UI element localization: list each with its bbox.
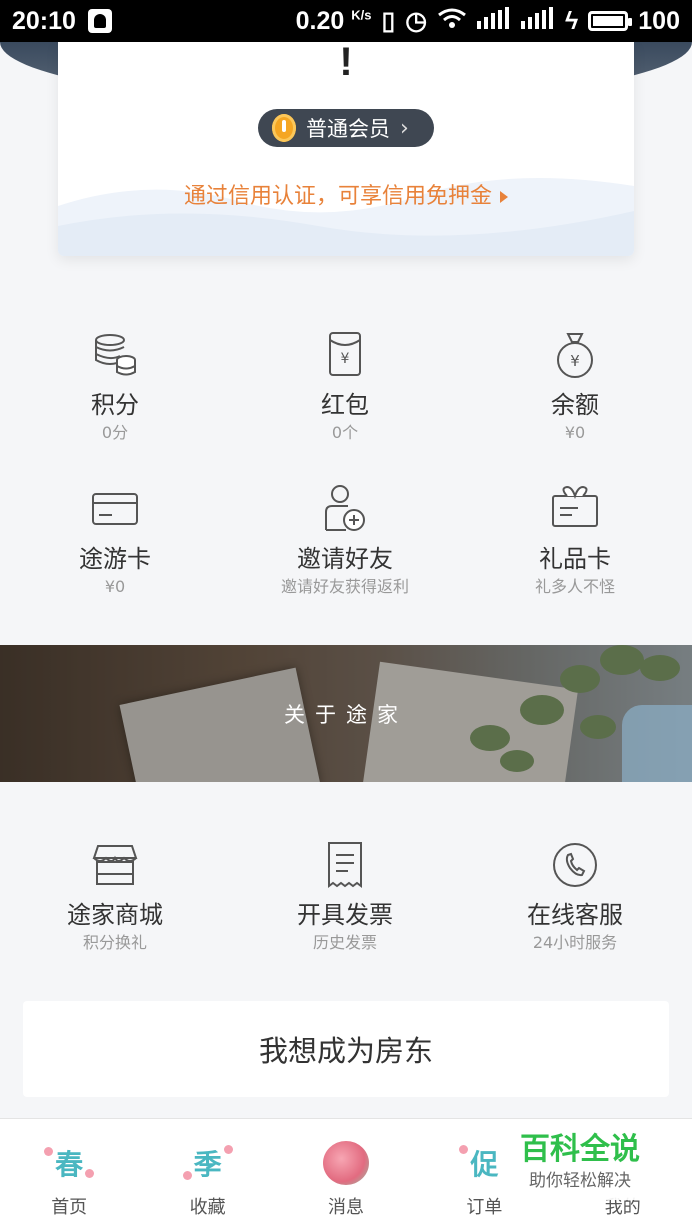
- signal-icon: [477, 6, 511, 36]
- wallet-item-label: 余额: [551, 391, 599, 419]
- battery-icon: [588, 11, 633, 31]
- member-level-badge[interactable]: 普通会员 ›: [258, 109, 434, 147]
- wallet-item-label: 积分: [91, 391, 139, 419]
- notification-icon: [87, 9, 112, 33]
- network-speed: 0.20 K/s: [295, 6, 372, 35]
- orders-icon: 促: [459, 1141, 507, 1185]
- status-bar: 20:10 0.20 K/s ▯ ◷ ϟ 100: [0, 0, 692, 42]
- wallet-item-value: 邀请好友获得返利: [280, 577, 409, 596]
- wallet-item-value: 0个: [331, 423, 359, 442]
- battery-level: 100: [638, 6, 680, 35]
- gift-card-icon: [550, 484, 600, 534]
- money-bag-icon: ¥: [550, 330, 600, 380]
- wallet-item-label: 礼品卡: [539, 545, 611, 573]
- card-top-mark: !: [339, 42, 353, 84]
- chevron-right-icon: ›: [400, 115, 409, 141]
- wallet-item-label: 途游卡: [79, 545, 151, 573]
- tab-favorites[interactable]: 季 收藏: [138, 1119, 276, 1231]
- wallet-item-value: 0分: [101, 423, 129, 442]
- wallet-grid: 积分 0分 ¥ 红包 0个 ¥ 余额 ¥0 途游卡 ¥0 邀请好友 邀请好友获得…: [0, 330, 692, 598]
- service-item-sub: 历史发票: [312, 933, 377, 952]
- wallet-item-value: ¥0: [564, 423, 586, 442]
- medal-icon: [272, 114, 296, 142]
- charging-icon: ϟ: [565, 6, 579, 35]
- status-time: 20:10: [12, 6, 76, 35]
- service-item-label: 在线客服: [527, 901, 623, 929]
- tab-label: 消息: [327, 1197, 364, 1218]
- invite-friend-icon: [320, 484, 370, 534]
- tab-home[interactable]: 春 首页: [0, 1119, 138, 1231]
- wallet-item-invite[interactable]: 邀请好友 邀请好友获得返利: [230, 484, 460, 598]
- service-item-label: 途家商城: [67, 901, 163, 929]
- wallet-item-label: 红包: [321, 391, 369, 419]
- tab-label: 收藏: [189, 1197, 226, 1218]
- about-title: 关于途家: [284, 702, 408, 727]
- member-card: ! 普通会员 › 通过信用认证，可享信用免押金: [58, 42, 634, 256]
- wallet-item-label: 邀请好友: [297, 545, 393, 573]
- card-icon: [90, 484, 140, 534]
- credit-link-text: 通过信用认证，可享信用免押金: [183, 184, 492, 209]
- about-banner[interactable]: 关于途家: [0, 645, 692, 782]
- signal-icon-2: [521, 6, 555, 36]
- triangle-right-icon: [500, 191, 508, 203]
- wallet-item-value: 礼多人不怪: [534, 577, 615, 596]
- favorites-icon: 季: [182, 1141, 233, 1185]
- watermark-title: 百科全说: [520, 1132, 640, 1167]
- phone-icon: [550, 840, 600, 890]
- service-item-sub: 24小时服务: [532, 933, 618, 952]
- tab-label: 订单: [466, 1197, 503, 1218]
- wallet-item-gift-card[interactable]: 礼品卡 礼多人不怪: [460, 484, 690, 598]
- home-icon: 春: [44, 1141, 95, 1185]
- wallet-item-red-envelope[interactable]: ¥ 红包 0个: [230, 330, 460, 444]
- store-icon: [90, 840, 140, 890]
- service-item-support[interactable]: 在线客服 24小时服务: [460, 840, 690, 954]
- coins-icon: [90, 330, 140, 380]
- service-item-sub: 积分换礼: [82, 933, 147, 952]
- svg-text:¥: ¥: [341, 351, 350, 367]
- red-envelope-icon: ¥: [320, 330, 370, 380]
- tab-messages[interactable]: 消息: [277, 1119, 415, 1231]
- svg-text:¥: ¥: [570, 352, 580, 370]
- services-grid: 途家商城 积分换礼 开具发票 历史发票 在线客服 24小时服务: [0, 840, 692, 954]
- wallet-item-tour-card[interactable]: 途游卡 ¥0: [0, 484, 230, 598]
- wallet-item-points[interactable]: 积分 0分: [0, 330, 230, 444]
- alarm-icon: ◷: [405, 7, 428, 35]
- wallet-item-value: ¥0: [104, 577, 126, 596]
- credit-auth-link[interactable]: 通过信用认证，可享信用免押金: [58, 178, 634, 210]
- invoice-icon: [320, 840, 370, 890]
- vibrate-icon: ▯: [381, 7, 396, 35]
- wallet-item-balance[interactable]: ¥ 余额 ¥0: [460, 330, 690, 444]
- wifi-icon: [437, 7, 467, 36]
- member-level-label: 普通会员: [306, 117, 390, 141]
- watermark: 百科全说 助你轻松解决: [505, 1130, 655, 1200]
- watermark-subtitle: 助你轻松解决: [529, 1171, 631, 1191]
- messages-icon: [322, 1141, 369, 1185]
- service-item-store[interactable]: 途家商城 积分换礼: [0, 840, 230, 954]
- become-landlord-button[interactable]: 我想成为房东: [23, 1001, 669, 1097]
- service-item-invoice[interactable]: 开具发票 历史发票: [230, 840, 460, 954]
- tab-label: 首页: [51, 1197, 88, 1218]
- service-item-label: 开具发票: [297, 901, 393, 929]
